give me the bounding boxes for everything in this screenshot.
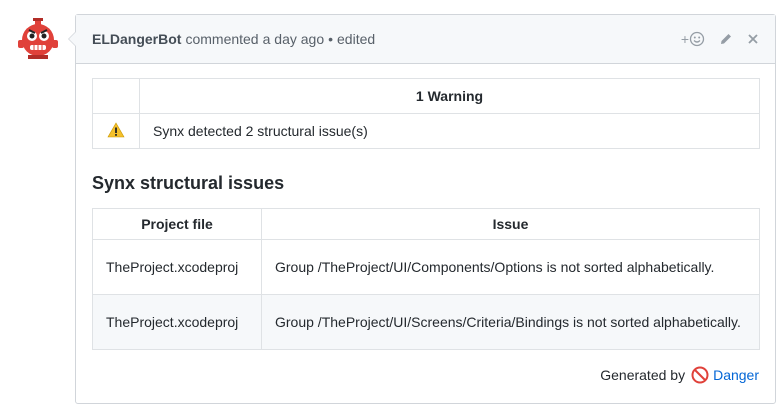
footer: Generated by Danger — [92, 366, 759, 384]
close-icon — [748, 34, 758, 44]
generated-by-label: Generated by — [600, 367, 686, 383]
warning-text: Synx detected 2 structural issue(s) — [139, 113, 760, 149]
project-file-cell: TheProject.xcodeproj — [92, 294, 262, 350]
smiley-icon — [689, 31, 705, 47]
table-row: TheProject.xcodeproj Group /TheProject/U… — [92, 294, 760, 350]
comment-box: ELDangerBot commented a day ago • edited… — [68, 14, 776, 404]
warnings-icon-header — [92, 78, 140, 114]
edited-label[interactable]: edited — [337, 31, 375, 47]
project-file-cell: TheProject.xcodeproj — [92, 239, 262, 295]
avatar[interactable] — [14, 14, 62, 62]
warning-icon-cell — [92, 113, 140, 149]
add-reaction-button[interactable]: + — [681, 31, 705, 47]
comment-time[interactable]: a day ago — [263, 31, 325, 47]
pencil-icon — [721, 34, 731, 44]
danger-link[interactable]: Danger — [713, 367, 759, 383]
table-row: TheProject.xcodeproj Group /TheProject/U… — [92, 239, 760, 295]
comment-author[interactable]: ELDangerBot — [92, 31, 181, 47]
no-entry-icon — [691, 366, 709, 384]
warnings-table: 1 Warning Synx detected 2 structural iss… — [92, 78, 760, 149]
issue-cell: Group /TheProject/UI/Screens/Criteria/Bi… — [261, 294, 760, 350]
edit-button[interactable] — [719, 32, 733, 46]
column-header-project-file: Project file — [92, 208, 262, 240]
header-separator: • — [328, 31, 334, 47]
reaction-plus: + — [680, 31, 689, 47]
close-button[interactable] — [747, 33, 759, 45]
comment-header: ELDangerBot commented a day ago • edited… — [68, 15, 775, 64]
warning-icon — [107, 121, 125, 137]
issue-cell: Group /TheProject/UI/Components/Options … — [261, 239, 760, 295]
comment-action: commented — [185, 31, 259, 47]
comment-body: 1 Warning Synx detected 2 structural iss… — [76, 64, 775, 384]
header-actions: + — [681, 31, 759, 47]
section-title: Synx structural issues — [92, 173, 285, 193]
table-row: Synx detected 2 structural issue(s) — [92, 113, 760, 149]
warnings-header: 1 Warning — [139, 78, 760, 114]
issues-table: Project file Issue TheProject.xcodeproj … — [92, 208, 760, 350]
column-header-issue: Issue — [261, 208, 760, 240]
